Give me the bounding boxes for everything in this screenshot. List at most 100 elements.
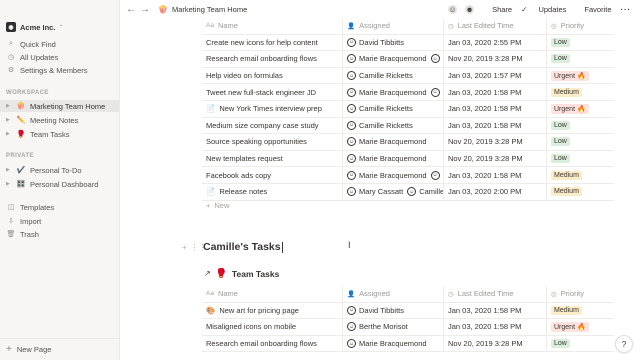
- sidebar-item-settings[interactable]: ⚙ Settings & Members: [0, 64, 119, 76]
- name-cell[interactable]: Research email onboarding flows: [202, 51, 343, 67]
- sidebar-item-templates[interactable]: ◫ Templates: [0, 201, 119, 213]
- priority-cell[interactable]: Urgent 🔥: [547, 319, 614, 335]
- avatar: ☺: [430, 54, 440, 64]
- assigned-cell[interactable]: ☺ David Tibbitts: [343, 34, 444, 51]
- assigned-cell[interactable]: ☺ David Tibbitts: [343, 302, 444, 319]
- priority-cell[interactable]: Low: [547, 151, 614, 167]
- assigned-cell[interactable]: ☺ Camille Ricketts: [343, 101, 444, 117]
- sidebar-item-marketing-team-home[interactable]: ▶ 🍿 Marketing Team Home: [0, 100, 119, 112]
- edited-time-cell: Jan 03, 2020 2:00 PM: [444, 184, 547, 200]
- priority-cell[interactable]: Urgent 🔥: [547, 68, 614, 84]
- name-cell[interactable]: Facebook ads copy: [202, 167, 343, 183]
- priority-cell[interactable]: Medium: [547, 84, 614, 100]
- assigned-cell[interactable]: ☺ Marie Bracquemond: [343, 150, 444, 167]
- sidebar-item-personal-dashboard[interactable]: ▶ 🎛️ Personal Dashboard: [0, 178, 119, 190]
- updates-button[interactable]: ✓ Updates: [521, 5, 575, 14]
- assigned-cell[interactable]: ☺ Marie Bracquemond: [343, 335, 444, 352]
- sidebar-item-trash[interactable]: 🗑 Trash: [0, 228, 119, 240]
- column-header[interactable]: Aa Name: [202, 18, 343, 34]
- section-heading[interactable]: Camille's Tasks: [203, 241, 283, 253]
- assigned-cell[interactable]: ☺ Marie Bracquemond: [343, 134, 444, 150]
- table-row[interactable]: Research email onboarding flows ☺ Marie Br…: [202, 335, 614, 353]
- priority-cell[interactable]: Low: [547, 118, 614, 134]
- table-row[interactable]: Help video on formulas ☺ Camille Ricketts J…: [202, 67, 614, 85]
- name-cell[interactable]: New templates request: [202, 150, 343, 167]
- column-header[interactable]: ◎ Priority: [547, 286, 614, 302]
- caret-right-icon[interactable]: ▶: [6, 181, 14, 187]
- table-row[interactable]: Misaligned icons on mobile ☺ Berthe Moriso…: [202, 319, 614, 336]
- sidebar-item-team-tasks[interactable]: ▶ 🥊 Team Tasks: [0, 128, 119, 140]
- name-cell[interactable]: Help video on formulas: [202, 67, 343, 84]
- help-button[interactable]: ?: [616, 336, 632, 352]
- workspace-section-label: WORKSPACE: [6, 90, 49, 96]
- clock-property-icon: ◷: [448, 290, 454, 298]
- name-cell[interactable]: 📄 New York Times interview prep: [202, 101, 343, 117]
- avatar: ☺: [430, 170, 440, 180]
- assigned-cell[interactable]: ☺ Camille Ricketts: [343, 117, 444, 134]
- sidebar-item-label: Personal Dashboard: [30, 179, 99, 189]
- sidebar-item-quick-find[interactable]: ⌕ Quick Find: [0, 38, 119, 50]
- table-row[interactable]: Create new icons for help content ☺ David …: [202, 34, 614, 52]
- column-header[interactable]: 👤 Assigned: [343, 286, 444, 302]
- sidebar-item-import[interactable]: ⇩ Import: [0, 215, 119, 227]
- assigned-cell[interactable]: ☺ Mary Cassatt ☺ Camille: [343, 184, 444, 200]
- priority-cell[interactable]: Low: [547, 336, 614, 352]
- name-cell[interactable]: 🎨 New art for pricing page: [202, 302, 343, 319]
- name-cell[interactable]: Tweet new full-stack engineer JD: [202, 84, 343, 100]
- favorite-button[interactable]: Favorite: [584, 5, 611, 14]
- priority-cell[interactable]: Medium: [547, 167, 614, 183]
- linked-database-title[interactable]: ↗ 🥊 Team Tasks: [204, 268, 279, 279]
- caret-right-icon[interactable]: ▶: [6, 117, 14, 123]
- name-cell[interactable]: 📄 Release notes: [202, 184, 343, 200]
- breadcrumb[interactable]: 🍿 Marketing Team Home: [158, 5, 247, 14]
- priority-cell[interactable]: Low: [547, 35, 614, 51]
- table-row[interactable]: Medium size company case study ☺ Camille R…: [202, 117, 614, 135]
- more-options-icon[interactable]: ···: [621, 5, 632, 14]
- assigned-cell[interactable]: ☺Marie Bracquemond☺C: [343, 84, 444, 100]
- priority-cell[interactable]: Low: [547, 134, 614, 150]
- collaborator-avatars[interactable]: ☺ ☻: [447, 3, 484, 15]
- back-arrow-icon[interactable]: ←: [124, 4, 138, 15]
- new-row-button[interactable]: + New: [202, 199, 229, 211]
- table-row[interactable]: Source speaking opportunities ☺ Marie Brac…: [202, 134, 614, 151]
- column-header[interactable]: 👤 Assigned: [343, 18, 444, 34]
- add-block-icon[interactable]: +: [182, 243, 187, 252]
- name-cell[interactable]: Medium size company case study: [202, 117, 343, 134]
- column-header[interactable]: ◎ Priority: [547, 18, 614, 34]
- name-cell[interactable]: Misaligned icons on mobile: [202, 319, 343, 335]
- caret-right-icon[interactable]: ▶: [6, 167, 14, 173]
- assigned-cell[interactable]: ☺ Berthe Morisot: [343, 319, 444, 335]
- table-row[interactable]: 📄 Release notes ☺ Mary Cassatt ☺ Camille Jan 0…: [202, 184, 614, 201]
- sidebar-item-personal-todo[interactable]: ▶ ✔️ Personal To-Do: [0, 164, 119, 176]
- assigned-cell[interactable]: ☺Marie Bracquemond☺B: [343, 51, 444, 67]
- name-cell[interactable]: Source speaking opportunities: [202, 134, 343, 150]
- caret-right-icon[interactable]: ▶: [6, 103, 14, 109]
- topbar: ← → 🍿 Marketing Team Home ☺ ☻ Share ✓ Up…: [120, 0, 640, 18]
- caret-right-icon[interactable]: ▶: [6, 131, 14, 137]
- priority-cell[interactable]: Medium: [547, 184, 614, 200]
- assigned-cell[interactable]: ☺Marie Bracquemond☺E: [343, 167, 444, 183]
- sidebar-item-meeting-notes[interactable]: ▶ ✏️ Meeting Notes: [0, 114, 119, 126]
- workspace-switcher[interactable]: ◉ Acme Inc. ⌃: [6, 21, 63, 33]
- forward-arrow-icon[interactable]: →: [138, 4, 152, 15]
- table-row[interactable]: Tweet new full-stack engineer JD ☺ Marie B…: [202, 84, 614, 101]
- table-row[interactable]: Facebook ads copy ☺Marie Bracquemond☺EJan…: [202, 167, 614, 184]
- table-row[interactable]: New templates request ☺ Marie Bracquemond N…: [202, 150, 614, 168]
- name-cell[interactable]: Create new icons for help content: [202, 34, 343, 51]
- name-cell[interactable]: Research email onboarding flows: [202, 335, 343, 352]
- priority-cell[interactable]: Medium: [547, 303, 614, 319]
- column-header[interactable]: ◷ Last Edited Time: [444, 18, 547, 34]
- new-page-button[interactable]: + New Page: [0, 338, 119, 360]
- table-row[interactable]: 🎨 New art for pricing page ☺ David Tibbitts…: [202, 302, 614, 320]
- column-header[interactable]: Aa Name: [202, 286, 343, 302]
- table-row[interactable]: Research email onboarding flows ☺ Marie Br…: [202, 51, 614, 68]
- assigned-cell[interactable]: ☺ Camille Ricketts: [343, 67, 444, 84]
- priority-cell[interactable]: Urgent 🔥: [547, 101, 614, 117]
- edited-time-cell: Jan 03, 2020 1:58 PM: [444, 319, 547, 335]
- share-button[interactable]: Share: [492, 5, 512, 14]
- table-row[interactable]: 📄 New York Times interview prep ☺ Camille R…: [202, 101, 614, 118]
- sidebar-item-all-updates[interactable]: ◷ All Updates: [0, 51, 119, 63]
- avatar: ☺: [347, 71, 356, 81]
- column-header[interactable]: ◷ Last Edited Time: [444, 286, 547, 302]
- priority-cell[interactable]: Low: [547, 51, 614, 67]
